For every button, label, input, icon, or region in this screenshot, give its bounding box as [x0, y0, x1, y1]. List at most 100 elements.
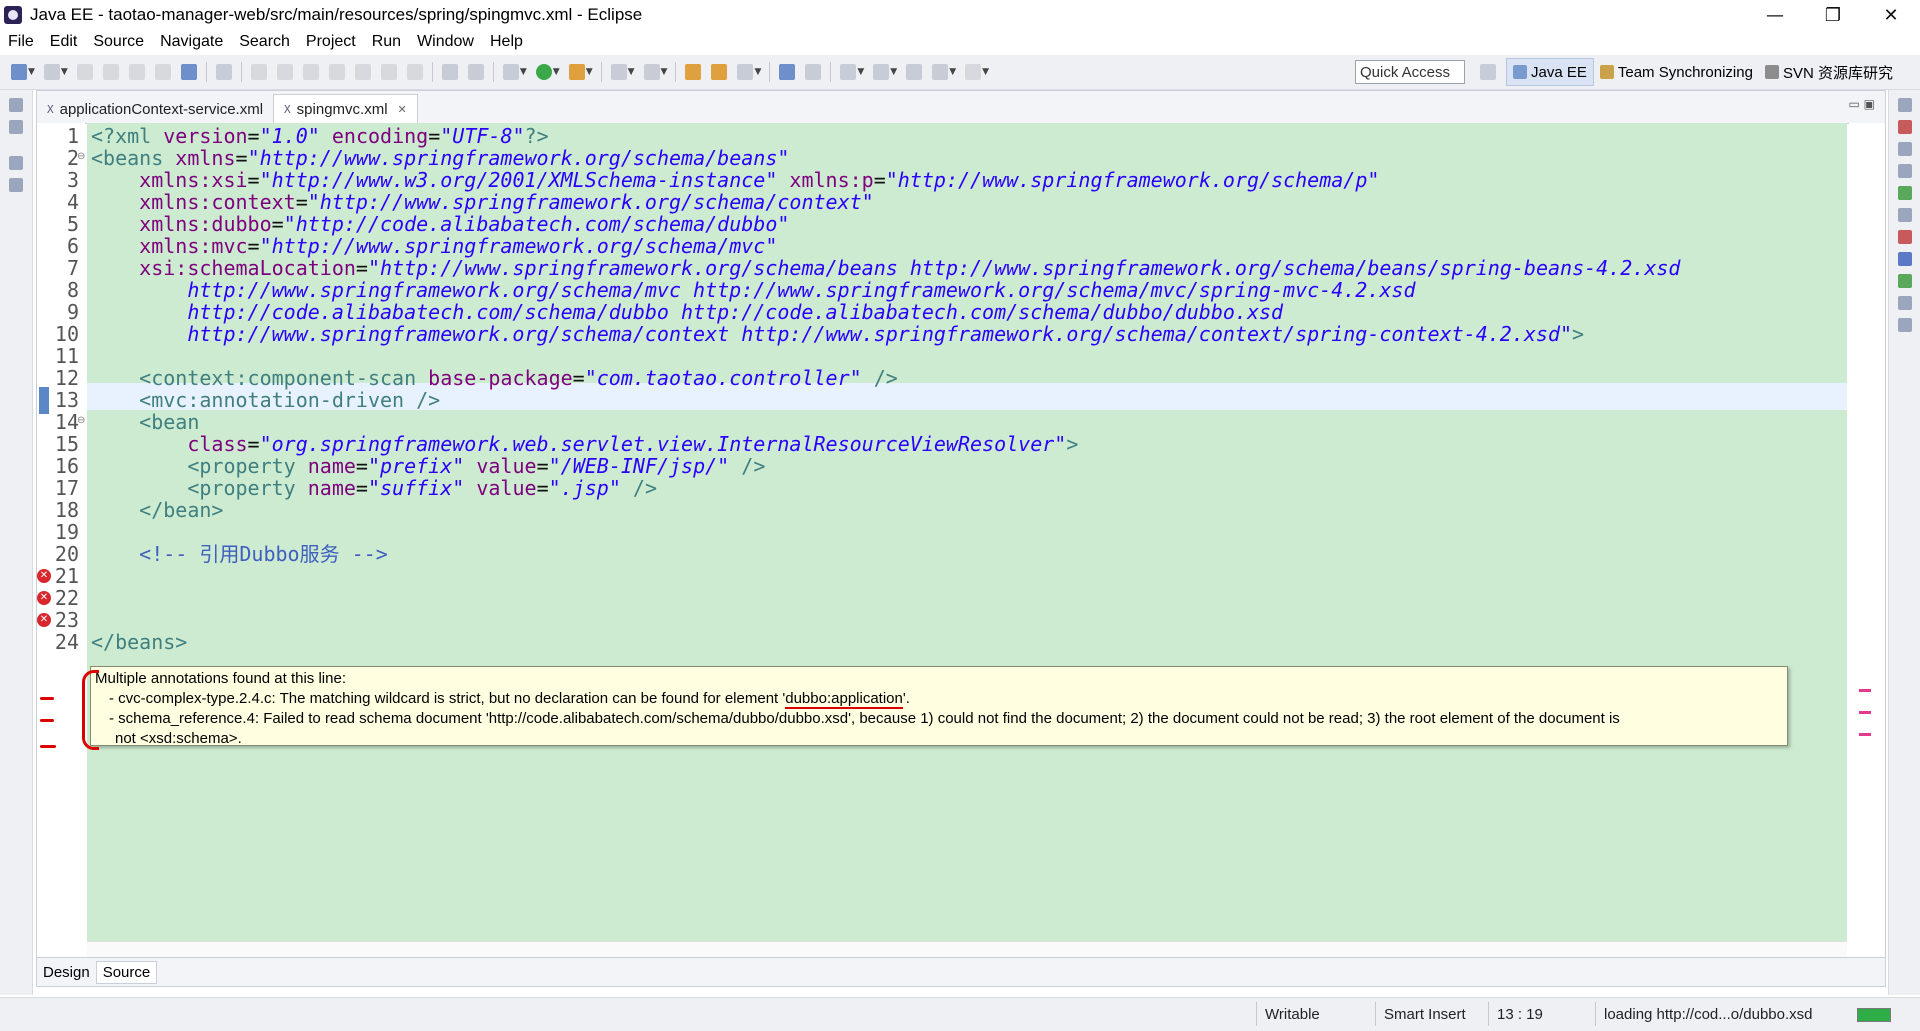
- menu-navigate[interactable]: Navigate: [152, 33, 231, 51]
- restore-view-icon[interactable]: [9, 98, 23, 112]
- tab-source[interactable]: Source: [95, 960, 158, 984]
- menu-window[interactable]: Window: [409, 33, 482, 51]
- tab-spingmvc[interactable]: X spingmvc.xml ✕: [273, 94, 418, 123]
- print-icon[interactable]: [128, 64, 145, 80]
- new-java-project-icon[interactable]: [610, 64, 627, 80]
- debug-dropdown-icon[interactable]: ▼: [520, 67, 527, 77]
- menu-source[interactable]: Source: [85, 33, 152, 51]
- error-overview-marker[interactable]: [1859, 733, 1871, 736]
- skip-breakpoints-icon[interactable]: [215, 64, 232, 80]
- perspective-svn[interactable]: SVN 资源库研究: [1759, 59, 1899, 85]
- project-explorer-icon[interactable]: [9, 120, 23, 134]
- toggle-mark-icon[interactable]: [805, 64, 822, 80]
- horizontal-scrollbar[interactable]: [87, 941, 1847, 958]
- outline-view-icon[interactable]: [1898, 120, 1912, 134]
- disconnect-icon[interactable]: [328, 64, 345, 80]
- tab-application-context-service[interactable]: X applicationContext-service.xml: [37, 95, 273, 123]
- fold-toggle-icon[interactable]: ⊖: [77, 415, 85, 426]
- copy-icon[interactable]: [154, 64, 171, 80]
- project-dropdown-icon[interactable]: ▼: [628, 67, 635, 77]
- restore-button[interactable]: ❐: [1804, 0, 1862, 30]
- new-class-icon[interactable]: [643, 64, 660, 80]
- close-button[interactable]: ✕: [1862, 0, 1920, 30]
- format-icon[interactable]: [441, 64, 458, 80]
- error-overview-marker[interactable]: [1859, 711, 1871, 714]
- new-icon[interactable]: [11, 64, 27, 80]
- server-dropdown-icon[interactable]: ▼: [61, 67, 68, 77]
- problems-icon[interactable]: [1898, 230, 1912, 244]
- step-return-icon[interactable]: [406, 64, 423, 80]
- perspective-java-ee[interactable]: Java EE: [1506, 58, 1594, 86]
- error-overview-marker[interactable]: [1859, 689, 1871, 692]
- task-list-icon[interactable]: [1898, 142, 1912, 156]
- perspective-team-synchronizing[interactable]: Team Synchronizing: [1594, 59, 1759, 85]
- progress-indicator[interactable]: [1857, 1008, 1891, 1022]
- code-area[interactable]: <?xml version="1.0" encoding="UTF-8"?> <…: [87, 123, 1847, 941]
- previous-annotation-icon[interactable]: [873, 64, 890, 80]
- overview-ruler[interactable]: [1849, 123, 1885, 941]
- external-tools-dropdown-icon[interactable]: ▼: [586, 67, 593, 77]
- outline-icon[interactable]: [9, 178, 23, 192]
- history-view-icon[interactable]: [1898, 318, 1912, 332]
- quick-access-field[interactable]: Quick Access: [1355, 60, 1465, 84]
- tab-design[interactable]: Design: [37, 962, 96, 983]
- resume-icon[interactable]: [250, 64, 267, 80]
- new-dropdown-icon[interactable]: ▼: [28, 67, 35, 77]
- external-tools-icon[interactable]: [568, 64, 585, 80]
- menu-help[interactable]: Help: [482, 33, 531, 51]
- next-annotation-dropdown-icon[interactable]: ▼: [857, 67, 864, 77]
- back-icon[interactable]: [932, 64, 949, 80]
- new-server-icon[interactable]: [43, 64, 60, 80]
- last-edit-icon[interactable]: [906, 64, 923, 80]
- search-icon[interactable]: [737, 64, 754, 80]
- close-tab-icon[interactable]: ✕: [398, 103, 407, 116]
- menu-project[interactable]: Project: [298, 33, 364, 51]
- main-toolbar: ▼ ▼ ▼ ▼ ▼ ▼ ▼ ▼ ▼ ▼ ▼ ▼ Quick Access Jav…: [0, 55, 1920, 90]
- terminate-icon[interactable]: [302, 64, 319, 80]
- minimize-maximize-icons[interactable]: ▭ ▣: [1849, 97, 1876, 111]
- save-icon[interactable]: [76, 64, 93, 80]
- progress-view-icon[interactable]: [1898, 274, 1912, 288]
- minimize-button[interactable]: —: [1746, 0, 1804, 30]
- save-all-icon[interactable]: [102, 64, 119, 80]
- run-dropdown-icon[interactable]: ▼: [553, 67, 560, 77]
- run-icon[interactable]: [535, 64, 552, 80]
- step-over-icon[interactable]: [380, 64, 397, 80]
- open-resource-icon[interactable]: [711, 64, 728, 80]
- svn-icon: [1764, 65, 1779, 79]
- search-dropdown-icon[interactable]: ▼: [754, 67, 761, 77]
- error-marker-icon[interactable]: ✕: [37, 591, 51, 605]
- line-number: 24: [54, 630, 79, 654]
- snippets-icon[interactable]: [1898, 208, 1912, 222]
- servers-icon[interactable]: [1898, 164, 1912, 178]
- restore-view-icon[interactable]: [9, 156, 23, 170]
- class-dropdown-icon[interactable]: ▼: [661, 67, 668, 77]
- menu-search[interactable]: Search: [231, 33, 298, 51]
- error-marker-icon[interactable]: ✕: [37, 569, 51, 583]
- data-source-icon[interactable]: [1898, 186, 1912, 200]
- open-perspective-icon[interactable]: [1480, 64, 1496, 80]
- restore-view-icon[interactable]: [1898, 98, 1912, 112]
- previous-annotation-dropdown-icon[interactable]: ▼: [890, 67, 897, 77]
- show-whitespace-icon[interactable]: [467, 64, 484, 80]
- perspective-label: Team Synchronizing: [1617, 63, 1753, 81]
- search-view-icon[interactable]: [1898, 296, 1912, 310]
- web-browser-icon[interactable]: [779, 64, 796, 80]
- open-type-icon[interactable]: [685, 64, 702, 80]
- next-annotation-icon[interactable]: [840, 64, 857, 80]
- xml-file-icon: X: [284, 102, 291, 116]
- menu-run[interactable]: Run: [364, 33, 409, 51]
- error-marker-icon[interactable]: ✕: [37, 613, 51, 627]
- fold-toggle-icon[interactable]: ⊖: [77, 151, 85, 162]
- console-icon[interactable]: [180, 64, 197, 80]
- forward-dropdown-icon[interactable]: ▼: [982, 67, 989, 77]
- debug-icon[interactable]: [502, 64, 519, 80]
- forward-icon[interactable]: [965, 64, 982, 80]
- back-dropdown-icon[interactable]: ▼: [949, 67, 956, 77]
- menu-edit[interactable]: Edit: [42, 33, 86, 51]
- step-into-icon[interactable]: [354, 64, 371, 80]
- console-view-icon[interactable]: [1898, 252, 1912, 266]
- suspend-icon[interactable]: [276, 64, 293, 80]
- menu-file[interactable]: File: [0, 33, 42, 51]
- tooltip-error-schema: - schema_reference.4: Failed to read sch…: [109, 710, 1620, 727]
